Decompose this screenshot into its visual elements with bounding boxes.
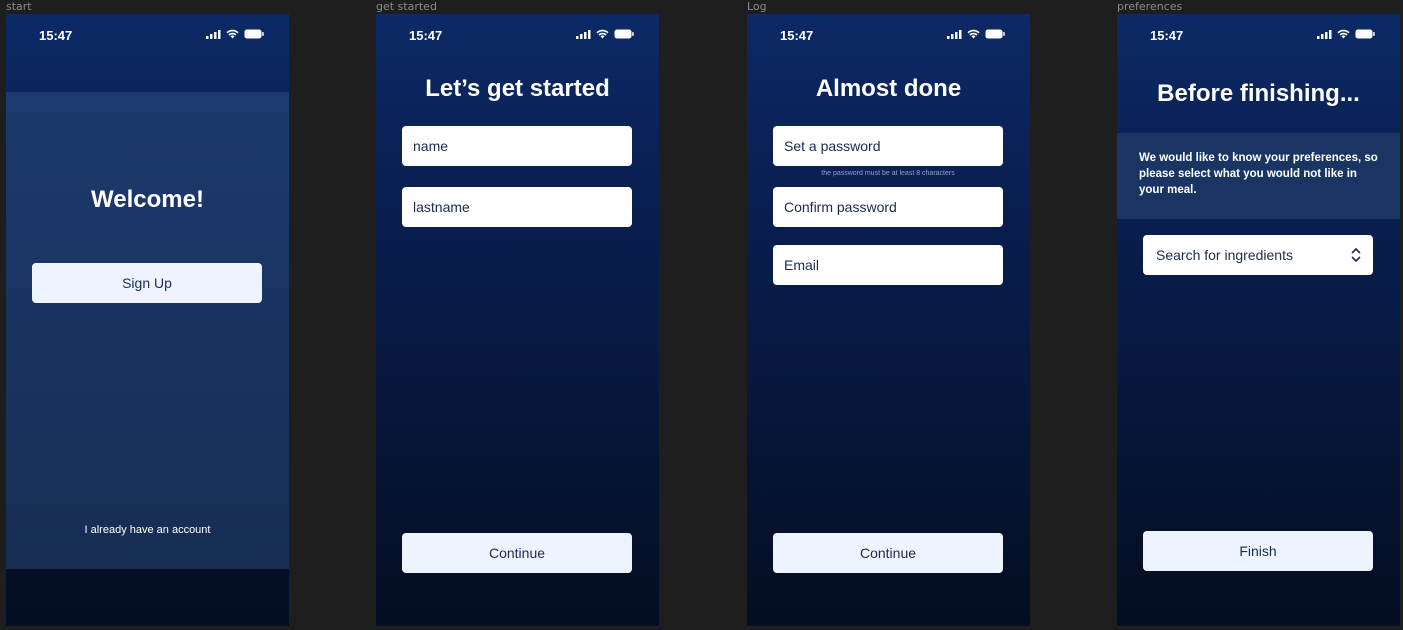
status-bar: 15:47 xyxy=(747,14,1030,54)
frame-label-preferences: preferences xyxy=(1117,0,1183,13)
page-title: Before finishing... xyxy=(1157,80,1360,107)
wifi-icon xyxy=(1337,29,1350,39)
status-bar: 15:47 xyxy=(1117,14,1400,54)
status-bar: 15:47 xyxy=(6,14,289,54)
password-hint: the password must be at least 8 characte… xyxy=(821,170,955,177)
status-time: 15:47 xyxy=(39,28,73,43)
battery-icon xyxy=(244,29,264,39)
signal-icon xyxy=(1317,29,1332,39)
status-time: 15:47 xyxy=(409,28,443,43)
wifi-icon xyxy=(967,29,980,39)
finish-button[interactable]: Finish xyxy=(1143,531,1373,571)
signal-icon xyxy=(576,29,591,39)
battery-icon xyxy=(614,29,634,39)
screen-get-started: 15:47 Let’s get started name lastname Co… xyxy=(376,14,659,626)
name-field[interactable]: name xyxy=(402,126,632,166)
battery-icon xyxy=(1355,29,1375,39)
page-title: Almost done xyxy=(815,75,962,102)
page-title: Let’s get started xyxy=(425,75,610,102)
status-time: 15:47 xyxy=(780,28,814,43)
sign-up-button[interactable]: Sign Up xyxy=(32,263,262,303)
status-bar: 15:47 xyxy=(376,14,659,54)
screen-start: 15:47 Welcome! Sign Up I already have an… xyxy=(6,14,289,626)
page-title: Welcome! xyxy=(91,186,204,213)
screen-log: 15:47 Almost done Set a password the pas… xyxy=(747,14,1030,626)
email-field[interactable]: Email xyxy=(773,245,1003,285)
signal-icon xyxy=(947,29,962,39)
frame-label-log: Log xyxy=(747,0,767,13)
signal-icon xyxy=(206,29,221,39)
preferences-info-panel: We would like to know your preferences, … xyxy=(1117,133,1400,219)
frame-label-start: start xyxy=(6,0,32,13)
continue-button[interactable]: Continue xyxy=(773,533,1003,573)
lastname-field[interactable]: lastname xyxy=(402,187,632,227)
preferences-description: We would like to know your preferences, … xyxy=(1139,152,1378,196)
wifi-icon xyxy=(596,29,609,39)
existing-account-link[interactable]: I already have an account xyxy=(6,524,289,536)
screen-preferences: 15:47 Before finishing... We would like … xyxy=(1117,14,1400,626)
welcome-panel xyxy=(6,92,289,569)
ingredients-search-placeholder: Search for ingredients xyxy=(1156,247,1293,263)
battery-icon xyxy=(985,29,1005,39)
wifi-icon xyxy=(226,29,239,39)
frame-label-get-started: get started xyxy=(376,0,437,13)
status-time: 15:47 xyxy=(1150,28,1184,43)
ingredients-search-select[interactable]: Search for ingredients xyxy=(1143,235,1373,275)
continue-button[interactable]: Continue xyxy=(402,533,632,573)
password-field[interactable]: Set a password xyxy=(773,126,1003,166)
confirm-password-field[interactable]: Confirm password xyxy=(773,187,1003,227)
chevron-updown-icon xyxy=(1351,247,1361,263)
